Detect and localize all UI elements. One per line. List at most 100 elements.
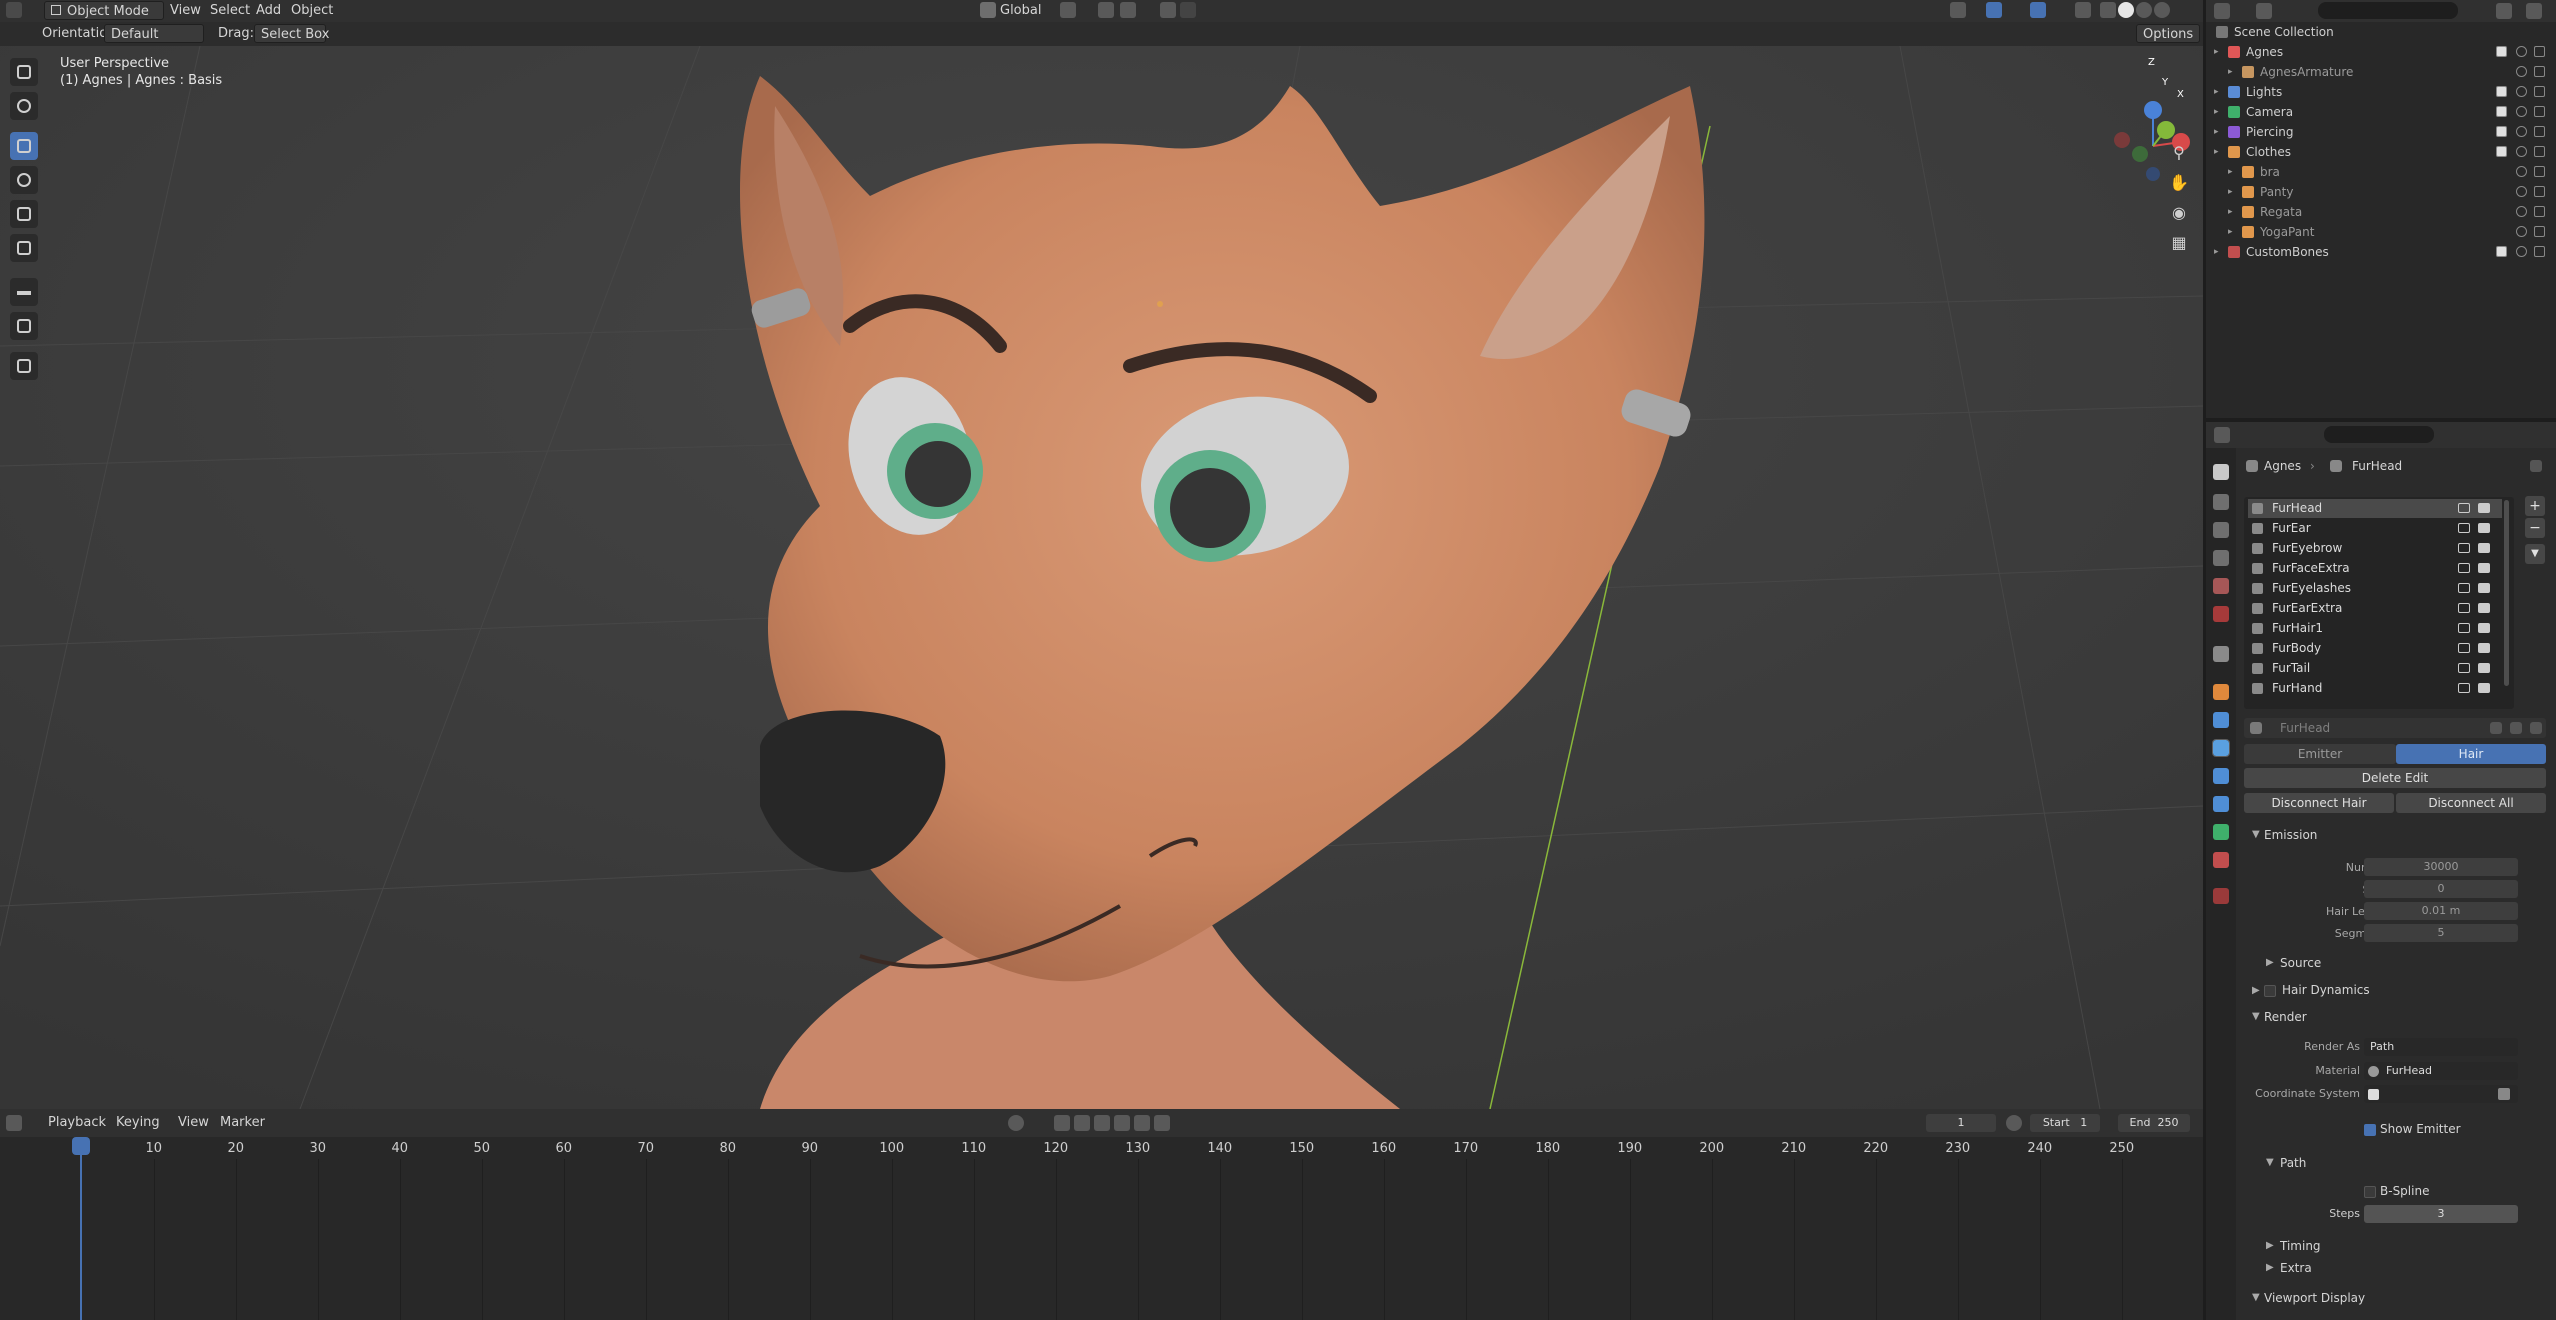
viewport-visibility-icon[interactable] bbox=[2458, 523, 2470, 533]
eye-icon[interactable] bbox=[2516, 246, 2527, 257]
current-frame-field[interactable]: 1 bbox=[1926, 1114, 1996, 1132]
view-layer-tab-icon[interactable] bbox=[2213, 550, 2229, 566]
hair-dynamics-panel-title[interactable]: Hair Dynamics bbox=[2282, 983, 2370, 997]
render-camera-icon[interactable] bbox=[2534, 86, 2545, 97]
shading-solid-icon[interactable] bbox=[2118, 2, 2134, 18]
rotate-tool[interactable] bbox=[10, 166, 38, 194]
path-chevron-icon[interactable]: ▼ bbox=[2266, 1157, 2274, 1168]
particle-system-item[interactable]: FurFaceExtra bbox=[2248, 559, 2502, 578]
type-tab-hair[interactable]: Hair bbox=[2396, 744, 2546, 764]
render-camera-icon[interactable] bbox=[2534, 166, 2545, 177]
eye-icon[interactable] bbox=[2516, 126, 2527, 137]
pivot-icon[interactable] bbox=[1060, 2, 1076, 18]
expand-arrow-icon[interactable]: ▸ bbox=[2214, 122, 2219, 142]
shading-wireframe-icon[interactable] bbox=[2100, 2, 2116, 18]
outliner-item[interactable]: ▸ bra bbox=[2206, 162, 2556, 182]
data-tab-icon[interactable] bbox=[2213, 824, 2229, 840]
properties-editor-icon[interactable] bbox=[2214, 427, 2230, 443]
source-panel-title[interactable]: Source bbox=[2280, 956, 2321, 970]
menu-object[interactable]: Object bbox=[285, 1, 339, 20]
particle-system-item[interactable]: FurEyebrow bbox=[2248, 539, 2502, 558]
expand-arrow-icon[interactable]: ▸ bbox=[2228, 202, 2233, 222]
material-dropdown[interactable]: FurHead bbox=[2364, 1062, 2518, 1080]
texture-tab-icon[interactable] bbox=[2213, 888, 2229, 904]
emission-panel-title[interactable]: Emission bbox=[2264, 828, 2317, 842]
render-camera-icon[interactable] bbox=[2534, 126, 2545, 137]
exclude-checkbox[interactable] bbox=[2496, 46, 2507, 57]
move-tool[interactable] bbox=[10, 132, 38, 160]
jump-end-icon[interactable] bbox=[1154, 1115, 1170, 1131]
snap-target-icon[interactable] bbox=[1120, 2, 1136, 18]
timeline-menu-marker[interactable]: Marker bbox=[214, 1113, 271, 1132]
viewport-visibility-icon[interactable] bbox=[2458, 643, 2470, 653]
proportional-edit-icon[interactable] bbox=[1160, 2, 1176, 18]
timing-chevron-icon[interactable]: ▶ bbox=[2266, 1240, 2274, 1251]
menu-select[interactable]: Select bbox=[204, 1, 256, 20]
number-field[interactable]: 30000 bbox=[2364, 858, 2518, 876]
camera-view-icon[interactable]: ◉ bbox=[2166, 200, 2192, 226]
render-camera-icon[interactable] bbox=[2534, 106, 2545, 117]
drag-dropdown[interactable]: Select Box bbox=[254, 24, 329, 43]
render-camera-icon[interactable] bbox=[2534, 46, 2545, 57]
annotate-tool[interactable] bbox=[10, 278, 38, 306]
start-frame-field[interactable]: Start 1 bbox=[2030, 1114, 2100, 1132]
tool-tab-icon[interactable] bbox=[2213, 464, 2229, 480]
orientation-dropdown[interactable]: Default bbox=[104, 24, 204, 43]
object-tab-icon[interactable] bbox=[2213, 684, 2229, 700]
material-tab-icon[interactable] bbox=[2213, 852, 2229, 868]
seed-field[interactable]: 0 bbox=[2364, 880, 2518, 898]
remove-particle-system-button[interactable]: − bbox=[2525, 518, 2545, 538]
overlay-toggle-icon[interactable] bbox=[2030, 2, 2046, 18]
render-visibility-icon[interactable] bbox=[2478, 683, 2490, 693]
scale-tool[interactable] bbox=[10, 200, 38, 228]
expand-arrow-icon[interactable]: ▸ bbox=[2214, 42, 2219, 62]
shading-rendered-icon[interactable] bbox=[2154, 2, 2170, 18]
particle-system-item[interactable]: FurTail bbox=[2248, 659, 2502, 678]
outliner-item[interactable]: ▸ Camera bbox=[2206, 102, 2556, 122]
outliner-item[interactable]: ▸ Panty bbox=[2206, 182, 2556, 202]
expand-arrow-icon[interactable]: ▸ bbox=[2228, 222, 2233, 242]
viewport-visibility-icon[interactable] bbox=[2458, 543, 2470, 553]
segments-field[interactable]: 5 bbox=[2364, 924, 2518, 942]
expand-arrow-icon[interactable]: ▸ bbox=[2214, 82, 2219, 102]
breadcrumb-object[interactable]: Agnes bbox=[2264, 459, 2301, 473]
render-chevron-icon[interactable]: ▼ bbox=[2252, 1011, 2260, 1022]
falloff-icon[interactable] bbox=[1180, 2, 1196, 18]
hair-dynamics-checkbox[interactable] bbox=[2264, 985, 2276, 997]
zoom-icon[interactable]: ⚲ bbox=[2166, 140, 2192, 166]
outliner-editor-icon[interactable] bbox=[2214, 3, 2230, 19]
exclude-checkbox[interactable] bbox=[2496, 86, 2507, 97]
new-collection-icon[interactable] bbox=[2526, 3, 2542, 19]
bspline-checkbox[interactable] bbox=[2364, 1186, 2376, 1198]
list-scrollbar[interactable] bbox=[2504, 500, 2509, 686]
viewport-visibility-icon[interactable] bbox=[2458, 583, 2470, 593]
add-particle-system-button[interactable]: + bbox=[2525, 496, 2545, 516]
play-reverse-icon[interactable] bbox=[1094, 1115, 1110, 1131]
emission-chevron-icon[interactable]: ▼ bbox=[2252, 829, 2260, 840]
particle-system-item[interactable]: FurEyelashes bbox=[2248, 579, 2502, 598]
xray-icon[interactable] bbox=[2075, 2, 2091, 18]
3d-viewport[interactable]: Z X Y User Perspective (1) Agnes | Agnes… bbox=[0, 46, 2203, 1109]
exclude-checkbox[interactable] bbox=[2496, 106, 2507, 117]
scene-tab-icon[interactable] bbox=[2213, 578, 2229, 594]
eye-icon[interactable] bbox=[2516, 226, 2527, 237]
outliner-root[interactable]: Scene Collection bbox=[2206, 22, 2556, 42]
render-visibility-icon[interactable] bbox=[2478, 503, 2490, 513]
expand-arrow-icon[interactable]: ▸ bbox=[2228, 182, 2233, 202]
render-visibility-icon[interactable] bbox=[2478, 643, 2490, 653]
render-visibility-icon[interactable] bbox=[2478, 543, 2490, 553]
extra-panel-title[interactable]: Extra bbox=[2280, 1261, 2312, 1275]
viewport-display-chevron-icon[interactable]: ▼ bbox=[2252, 1292, 2260, 1303]
timeline-editor-icon[interactable] bbox=[6, 1115, 22, 1131]
viewport-visibility-icon[interactable] bbox=[2458, 563, 2470, 573]
render-camera-icon[interactable] bbox=[2534, 226, 2545, 237]
render-visibility-icon[interactable] bbox=[2478, 523, 2490, 533]
particle-system-item[interactable]: FurHand bbox=[2248, 679, 2502, 698]
render-visibility-icon[interactable] bbox=[2478, 583, 2490, 593]
exclude-checkbox[interactable] bbox=[2496, 126, 2507, 137]
eye-icon[interactable] bbox=[2516, 46, 2527, 57]
unlink-settings-icon[interactable] bbox=[2530, 722, 2542, 734]
modifier-tab-icon[interactable] bbox=[2213, 712, 2229, 728]
next-keyframe-icon[interactable] bbox=[1134, 1115, 1150, 1131]
render-as-dropdown[interactable]: Path bbox=[2364, 1038, 2518, 1056]
